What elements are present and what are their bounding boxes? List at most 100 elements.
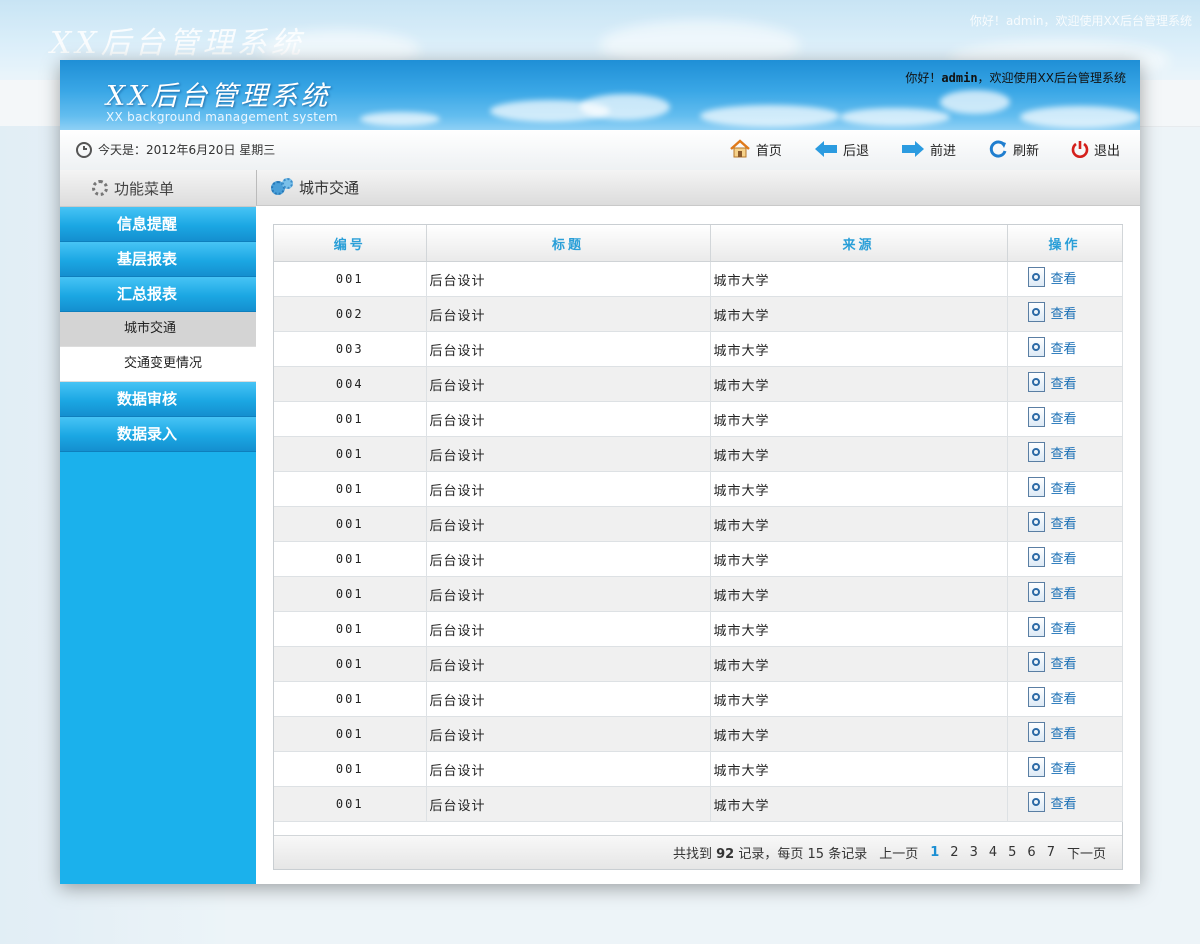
cell-source: 城市大学 — [710, 576, 1008, 612]
view-link[interactable]: 查看 — [1027, 582, 1077, 602]
view-label: 查看 — [1050, 796, 1077, 812]
pager-page-3[interactable]: 3 — [970, 845, 978, 860]
refresh-button[interactable]: 刷新 — [988, 139, 1039, 159]
cell-action: 查看 — [1007, 366, 1123, 402]
view-document-icon — [1027, 407, 1045, 427]
menu-category-data-review[interactable]: 数据审核 — [60, 382, 256, 417]
pager-page-1[interactable]: 1 — [930, 845, 939, 860]
app-window: XX后台管理系统 XX background management system… — [60, 60, 1140, 884]
table-row: 001 后台设计 城市大学 查看 — [274, 261, 1123, 297]
view-link[interactable]: 查看 — [1027, 302, 1077, 322]
cell-action: 查看 — [1007, 611, 1123, 647]
view-link[interactable]: 查看 — [1027, 337, 1077, 357]
forward-label: 前进 — [929, 143, 956, 159]
pager-page-numbers: 1234567 — [930, 845, 1055, 860]
forward-button[interactable]: 前进 — [901, 139, 956, 159]
cell-id: 001 — [274, 436, 427, 472]
cell-id: 004 — [274, 366, 427, 402]
pager-page-7[interactable]: 7 — [1047, 845, 1055, 860]
view-link[interactable]: 查看 — [1027, 442, 1077, 462]
view-label: 查看 — [1050, 446, 1077, 462]
column-header-id[interactable]: 编号 — [274, 225, 427, 262]
view-link[interactable]: 查看 — [1027, 547, 1077, 567]
view-label: 查看 — [1050, 726, 1077, 742]
pager-page-5[interactable]: 5 — [1008, 845, 1016, 860]
view-link[interactable]: 查看 — [1027, 372, 1077, 392]
home-button[interactable]: 首页 — [729, 139, 782, 159]
view-link[interactable]: 查看 — [1027, 617, 1077, 637]
cell-title: 后台设计 — [426, 646, 711, 682]
view-link[interactable]: 查看 — [1027, 407, 1077, 427]
back-button[interactable]: 后退 — [814, 139, 869, 159]
pagination: 共找到 92 记录，每页 15 条记录 上一页 1234567 下一页 — [274, 835, 1122, 869]
view-link[interactable]: 查看 — [1027, 792, 1077, 812]
sidebar-header: 功能菜单 — [60, 170, 256, 207]
content-title: 城市交通 — [299, 179, 360, 197]
view-label: 查看 — [1050, 656, 1077, 672]
content-header: 城市交通 — [256, 170, 1140, 206]
cell-id: 001 — [274, 786, 427, 822]
pager-page-6[interactable]: 6 — [1027, 845, 1035, 860]
view-label: 查看 — [1050, 306, 1077, 322]
view-link[interactable]: 查看 — [1027, 267, 1077, 287]
cell-id: 001 — [274, 401, 427, 437]
menu-category-summary-reports[interactable]: 汇总报表 — [60, 277, 256, 312]
view-label: 查看 — [1050, 761, 1077, 777]
clock-icon — [76, 141, 92, 158]
column-header-source[interactable]: 来源 — [710, 225, 1008, 262]
pager-page-2[interactable]: 2 — [950, 845, 958, 860]
logout-button[interactable]: 退出 — [1071, 139, 1120, 159]
menu-category-data-entry[interactable]: 数据录入 — [60, 417, 256, 452]
cell-source: 城市大学 — [710, 471, 1008, 507]
cell-source: 城市大学 — [710, 401, 1008, 437]
cell-title: 后台设计 — [426, 506, 711, 542]
arrow-right-icon — [901, 141, 924, 157]
column-header-title[interactable]: 标题 — [426, 225, 711, 262]
pager-summary: 共找到 92 记录，每页 15 条记录 — [672, 847, 868, 862]
welcome-greeting: 你好！admin，欢迎使用XX后台管理系统 — [905, 69, 1126, 86]
view-link[interactable]: 查看 — [1027, 687, 1077, 707]
pager-next[interactable]: 下一页 — [1067, 843, 1106, 862]
view-label: 查看 — [1050, 376, 1077, 392]
menu-item-city-traffic[interactable]: 城市交通 — [60, 312, 256, 347]
cell-title: 后台设计 — [426, 541, 711, 577]
menu-category-basic-reports[interactable]: 基层报表 — [60, 242, 256, 277]
view-link[interactable]: 查看 — [1027, 757, 1077, 777]
table-row: 001 后台设计 城市大学 查看 — [274, 506, 1123, 542]
cell-action: 查看 — [1007, 646, 1123, 682]
cell-source: 城市大学 — [710, 261, 1008, 297]
view-label: 查看 — [1050, 271, 1077, 287]
cell-action: 查看 — [1007, 681, 1123, 717]
table-row: 001 后台设计 城市大学 查看 — [274, 401, 1123, 437]
view-link[interactable]: 查看 — [1027, 477, 1077, 497]
date-display: 今天是：2012年6月20日 星期三 — [76, 141, 275, 158]
view-document-icon — [1027, 512, 1045, 532]
power-icon — [1071, 141, 1089, 158]
menu-item-traffic-changes[interactable]: 交通变更情况 — [60, 347, 256, 382]
cell-title: 后台设计 — [426, 681, 711, 717]
cell-id: 001 — [274, 576, 427, 612]
menu-category-info[interactable]: 信息提醒 — [60, 207, 256, 242]
view-document-icon — [1027, 617, 1045, 637]
cell-source: 城市大学 — [710, 681, 1008, 717]
home-label: 首页 — [755, 143, 782, 159]
cell-action: 查看 — [1007, 576, 1123, 612]
refresh-icon — [989, 140, 1007, 158]
cell-id: 003 — [274, 331, 427, 367]
pager-prev[interactable]: 上一页 — [879, 843, 918, 862]
cell-id: 001 — [274, 541, 427, 577]
view-label: 查看 — [1050, 551, 1077, 567]
cell-action: 查看 — [1007, 296, 1123, 332]
view-document-icon — [1027, 687, 1045, 707]
cell-action: 查看 — [1007, 786, 1123, 822]
pager-page-4[interactable]: 4 — [989, 845, 997, 860]
view-link[interactable]: 查看 — [1027, 722, 1077, 742]
view-link[interactable]: 查看 — [1027, 652, 1077, 672]
greeting-suffix: ，欢迎使用XX后台管理系统 — [977, 71, 1126, 85]
cell-title: 后台设计 — [426, 261, 711, 297]
cell-title: 后台设计 — [426, 576, 711, 612]
view-document-icon — [1027, 477, 1045, 497]
cell-action: 查看 — [1007, 331, 1123, 367]
cell-title: 后台设计 — [426, 611, 711, 647]
view-link[interactable]: 查看 — [1027, 512, 1077, 532]
